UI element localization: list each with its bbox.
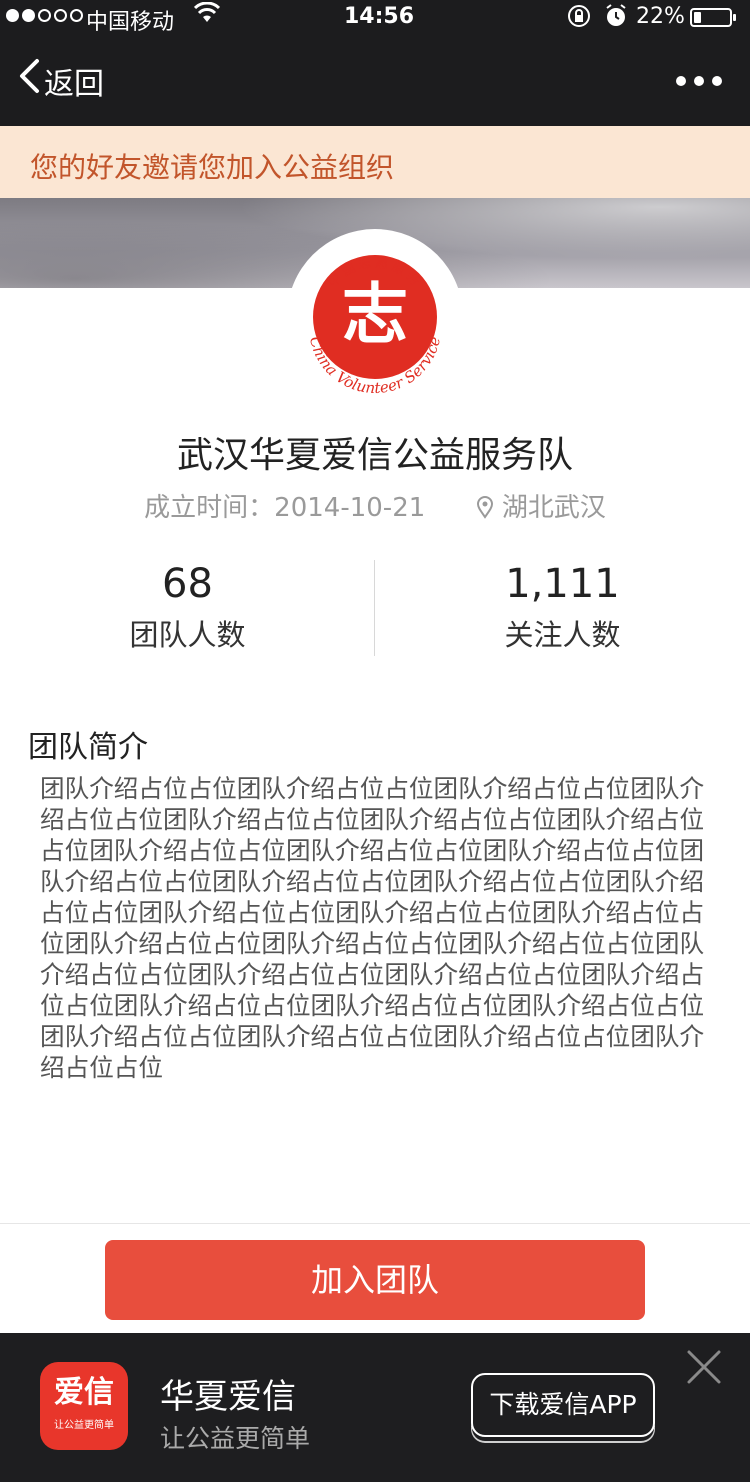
members-label: 团队人数 (129, 618, 246, 652)
followers-label: 关注人数 (504, 618, 621, 652)
team-stats: 68 团队人数 1,111 关注人数 (0, 560, 750, 656)
download-app-button[interactable]: 下载爱信APP (471, 1373, 655, 1437)
wifi-icon (193, 1, 221, 30)
members-stat: 68 团队人数 (0, 560, 375, 654)
intro-body: 团队介绍占位占位团队介绍占位占位团队介绍占位占位团队介绍占位占位团队介绍占位占位… (40, 774, 705, 1082)
app-icon-subtext: 让公益更简单 (54, 1420, 114, 1431)
clock-time: 14:56 (344, 4, 415, 29)
followers-stat: 1,111 关注人数 (375, 560, 750, 654)
app-slogan: 让公益更简单 (160, 1424, 311, 1453)
more-dots-icon[interactable] (676, 76, 722, 86)
rotation-lock-icon (566, 3, 592, 35)
back-label: 返回 (44, 66, 104, 102)
app-download-bar: 爱信 让公益更简单 华夏爱信 让公益更简单 下载爱信APP (0, 1333, 750, 1482)
signal-dot (38, 9, 51, 22)
app-name: 华夏爱信 (160, 1377, 296, 1417)
members-count: 68 (162, 561, 213, 607)
founded-label: 成立时间： (144, 493, 275, 523)
logo-emblem-char: 志 (342, 275, 408, 353)
team-logo: 中国志愿服务 志 China Volunteer Service (287, 229, 463, 405)
more-dot (712, 76, 722, 86)
intro-title: 团队简介 (28, 730, 148, 765)
join-area: 加入团队 (0, 1223, 750, 1334)
team-name: 武汉华夏爱信公益服务队 (176, 435, 573, 476)
signal-dot (22, 9, 35, 22)
carrier-name: 中国移动 (86, 10, 175, 35)
back-button[interactable]: 返回 (18, 58, 104, 103)
signal-dot (54, 9, 67, 22)
chevron-left-icon (18, 58, 40, 103)
app-icon[interactable]: 爱信 让公益更简单 (40, 1362, 128, 1450)
followers-count: 1,111 (505, 561, 620, 607)
more-dot (694, 76, 704, 86)
signal-dot (6, 9, 19, 22)
battery-icon (690, 8, 736, 27)
team-meta: 成立时间：2014-10-21 湖北武汉 (0, 487, 750, 526)
signal-strength-icon (6, 9, 83, 22)
close-icon[interactable] (686, 1349, 722, 1385)
nav-bar: 返回 (0, 36, 750, 126)
invite-text: 您的好友邀请您加入公益组织 (30, 151, 395, 184)
founded-date: 2014-10-21 (274, 493, 426, 523)
invite-banner: 您的好友邀请您加入公益组织 (0, 126, 750, 198)
location-pin-icon (476, 495, 494, 526)
battery-fill (694, 12, 702, 23)
status-bar: 中国移动 14:56 22% (0, 0, 750, 36)
app-icon-text: 爱信 (54, 1375, 114, 1410)
signal-dot (70, 9, 83, 22)
location-text: 湖北武汉 (501, 493, 606, 523)
join-team-button[interactable]: 加入团队 (105, 1240, 645, 1320)
battery-percent: 22% (636, 4, 685, 29)
alarm-icon (604, 3, 628, 35)
more-dot (676, 76, 686, 86)
